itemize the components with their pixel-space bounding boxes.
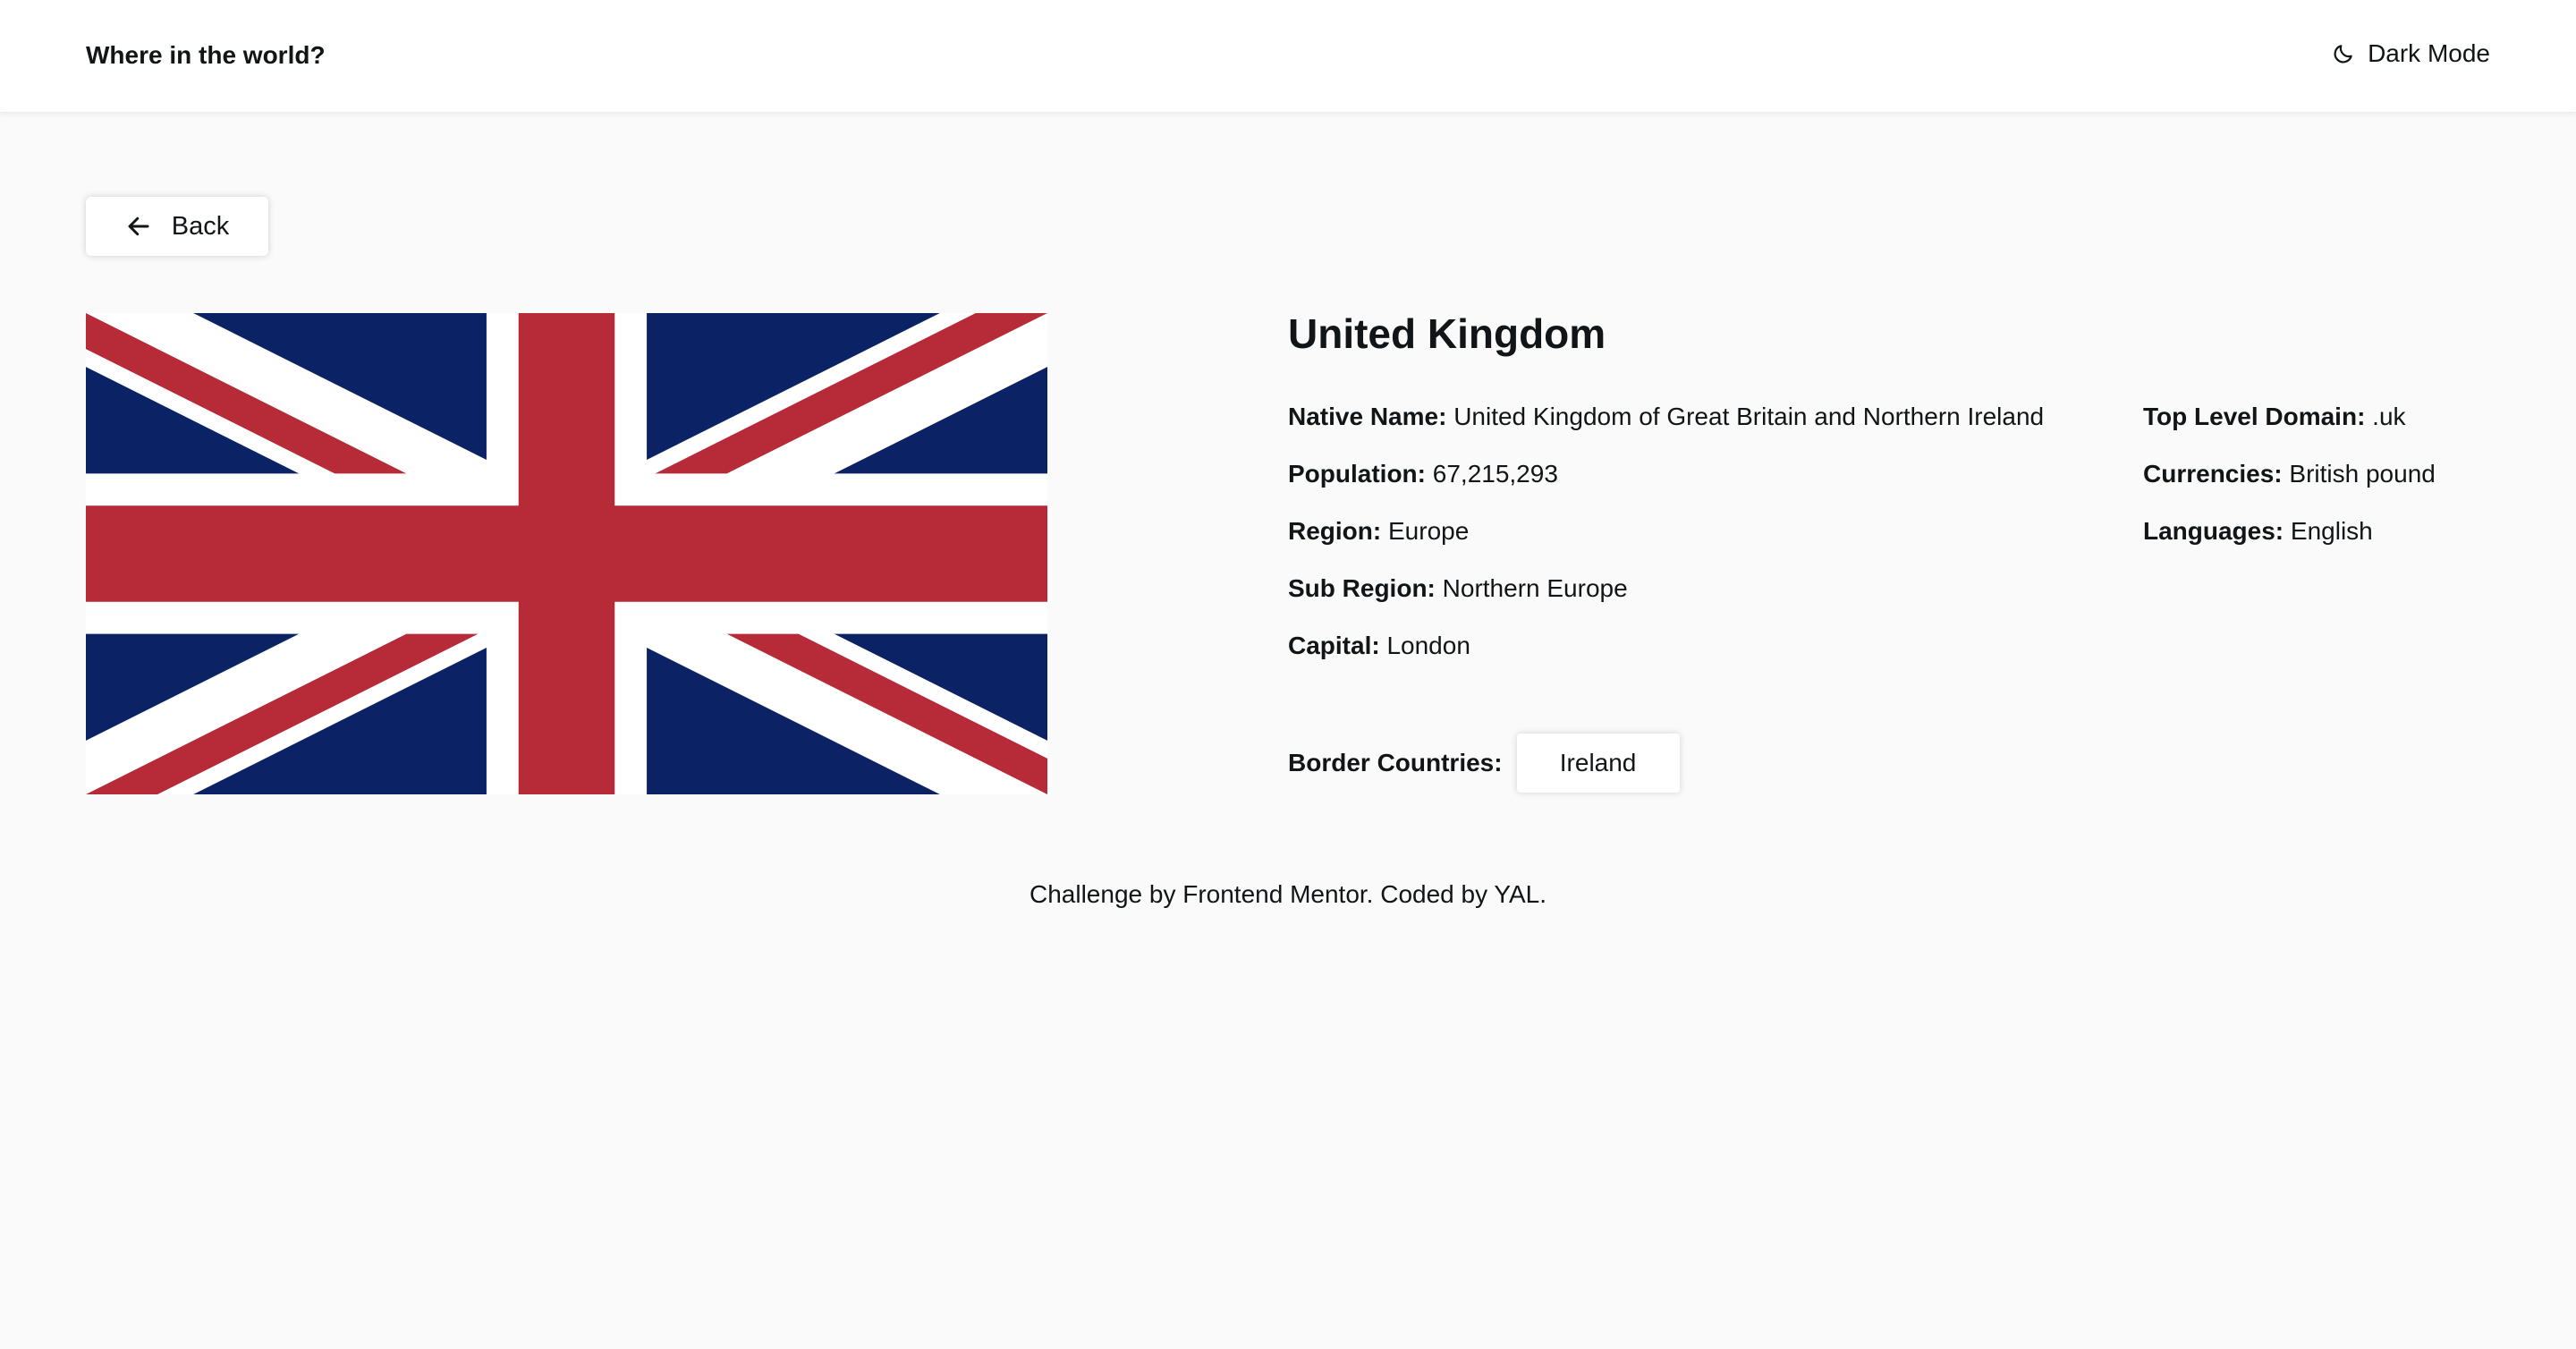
detail-label: Capital: (1288, 632, 1380, 659)
detail-value: 67,215,293 (1432, 460, 1558, 488)
detail-native-name: Native Name: United Kingdom of Great Bri… (1288, 399, 2044, 456)
detail-label: Languages: (2143, 517, 2284, 545)
dark-mode-toggle[interactable]: Dark Mode (2332, 38, 2490, 70)
dark-mode-label: Dark Mode (2368, 39, 2490, 67)
detail-sub-region: Sub Region: Northern Europe (1288, 571, 2044, 628)
site-title: Where in the world? (86, 41, 326, 69)
detail-value: British pound (2289, 460, 2436, 488)
border-countries: Border Countries: Ireland (1288, 734, 1680, 793)
detail-capital: Capital: London (1288, 628, 2044, 685)
moon-icon (2332, 42, 2355, 65)
detail-currencies: Currencies: British pound (2143, 456, 2436, 513)
detail-label: Population: (1288, 460, 1426, 488)
attribution-footer: Challenge by Frontend Mentor. Coded by Y… (1030, 880, 1546, 908)
detail-label: Sub Region: (1288, 574, 1436, 602)
arrow-left-icon (125, 213, 152, 240)
detail-value: English (2290, 517, 2373, 545)
border-countries-label: Border Countries: (1288, 749, 1503, 776)
back-label: Back (171, 211, 230, 241)
country-flag (86, 313, 1047, 794)
detail-label: Native Name: (1288, 403, 1447, 430)
detail-languages: Languages: English (2143, 513, 2436, 571)
site-header: Where in the world? Dark Mode (0, 0, 2576, 113)
details-secondary: Top Level Domain: .uk Currencies: Britis… (2143, 399, 2436, 571)
details-primary: Native Name: United Kingdom of Great Bri… (1288, 399, 2044, 685)
detail-label: Region: (1288, 517, 1382, 545)
detail-value: .uk (2372, 403, 2406, 430)
detail-value: United Kingdom of Great Britain and Nort… (1453, 403, 2045, 430)
detail-region: Region: Europe (1288, 513, 2044, 571)
detail-label: Top Level Domain: (2143, 403, 2366, 430)
detail-value: London (1386, 632, 1470, 659)
back-button[interactable]: Back (86, 197, 268, 256)
border-country-button[interactable]: Ireland (1516, 734, 1680, 793)
detail-top-level-domain: Top Level Domain: .uk (2143, 399, 2436, 456)
country-name: United Kingdom (1288, 310, 1606, 357)
detail-value: Europe (1388, 517, 1470, 545)
detail-label: Currencies: (2143, 460, 2283, 488)
detail-population: Population: 67,215,293 (1288, 456, 2044, 513)
detail-value: Northern Europe (1442, 574, 1628, 602)
